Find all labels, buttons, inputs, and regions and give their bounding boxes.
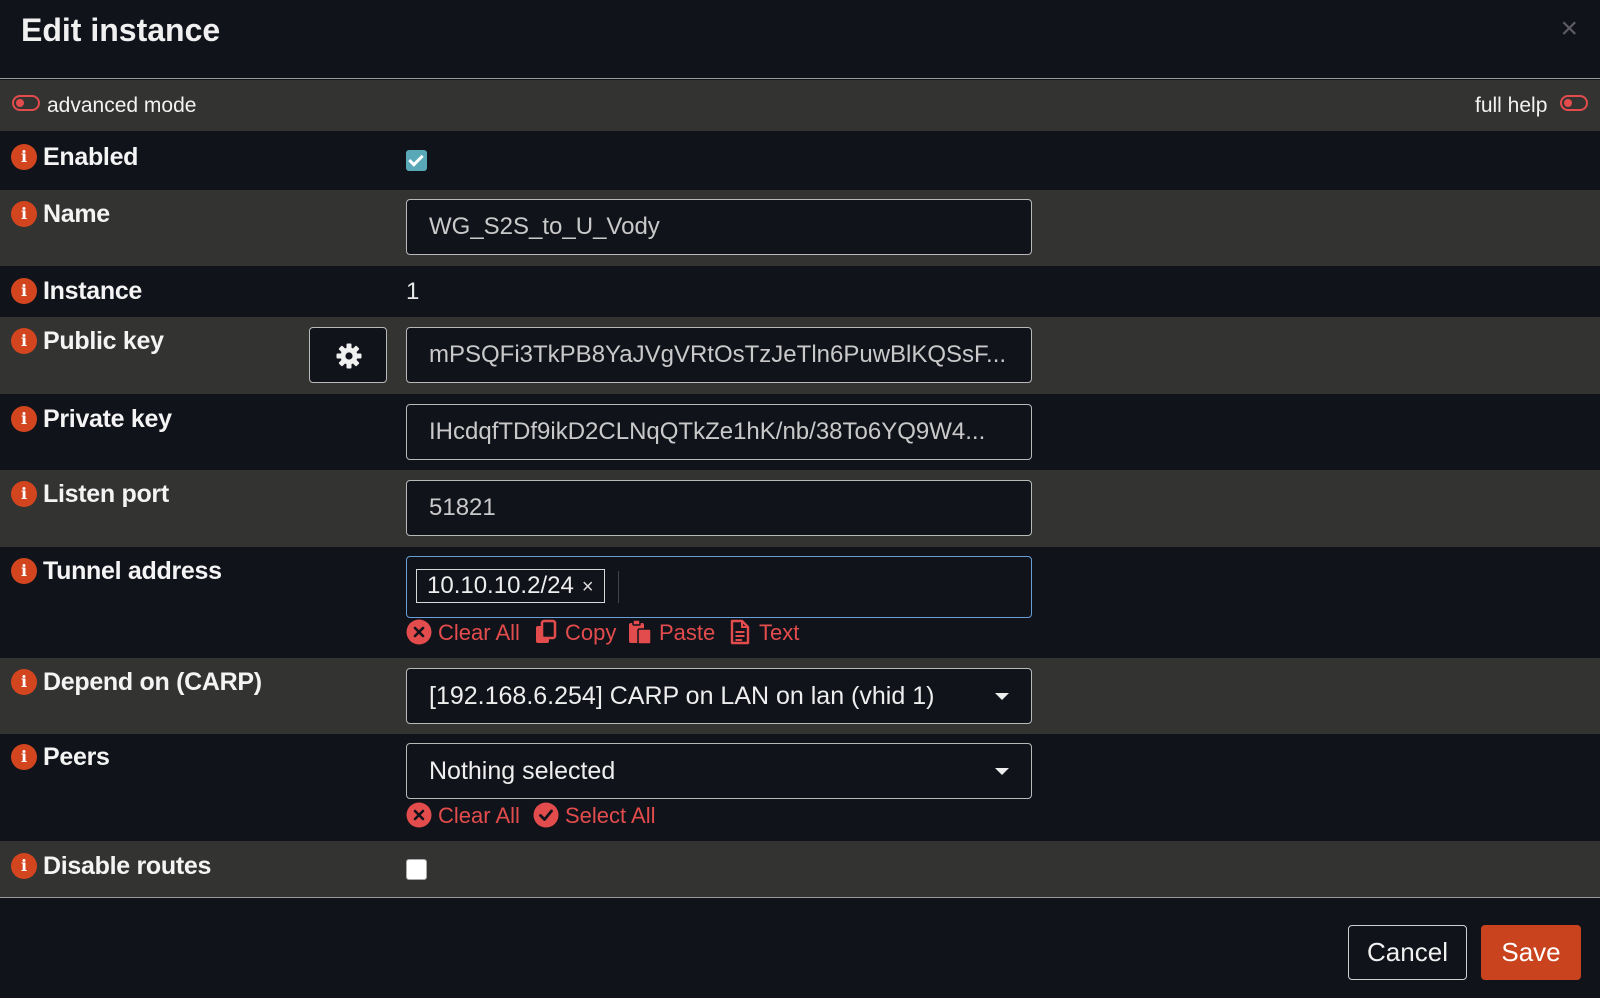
- tag-value: 10.10.10.2/24: [427, 572, 574, 599]
- tunnel-address-label: Tunnel address: [43, 557, 222, 585]
- depend-on-carp-select[interactable]: [192.168.6.254] CARP on LAN on lan (vhid…: [406, 668, 1032, 724]
- peers-label: Peers: [43, 743, 110, 771]
- row-peers: i Peers Nothing selected Clear All Selec…: [0, 734, 1600, 841]
- gear-icon: [336, 343, 362, 369]
- listen-port-label: Listen port: [43, 480, 169, 508]
- info-icon[interactable]: i: [11, 744, 37, 770]
- row-private-key: i Private key IHcdqfTDf9ikD2CLNqQTkZe1hK…: [0, 394, 1600, 470]
- footer-divider: [0, 897, 1600, 898]
- info-icon[interactable]: i: [11, 558, 37, 584]
- text-cursor: [618, 571, 619, 603]
- row-listen-port: i Listen port 51821: [0, 470, 1600, 547]
- name-input[interactable]: WG_S2S_to_U_Vody: [406, 199, 1032, 255]
- caret-down-icon: [995, 693, 1009, 700]
- public-key-label: Public key: [43, 327, 164, 355]
- advanced-mode-toggle-icon[interactable]: [12, 95, 40, 111]
- enabled-label: Enabled: [43, 143, 139, 171]
- generate-keys-button[interactable]: [309, 327, 387, 383]
- modal-title: Edit instance: [21, 12, 221, 48]
- enabled-checkbox[interactable]: [406, 150, 427, 171]
- x-circle-icon: [406, 619, 432, 645]
- info-icon[interactable]: i: [11, 406, 37, 432]
- tunnel-address-tag: 10.10.10.2/24 ×: [416, 569, 605, 603]
- instance-value: 1: [406, 278, 420, 305]
- full-help-toggle-icon[interactable]: [1560, 95, 1588, 111]
- disable-routes-label: Disable routes: [43, 852, 212, 880]
- name-label: Name: [43, 200, 110, 228]
- copy-icon: [536, 619, 557, 643]
- close-icon[interactable]: ×: [1560, 12, 1578, 46]
- public-key-input[interactable]: mPSQFi3TkPB8YaJVgVRtOsTzJeTln6PuwBlKQSsF…: [406, 327, 1032, 383]
- info-icon[interactable]: i: [11, 144, 37, 170]
- cancel-button[interactable]: Cancel: [1348, 925, 1467, 980]
- caret-down-icon: [995, 768, 1009, 775]
- listen-port-input[interactable]: 51821: [406, 480, 1032, 536]
- x-circle-icon: [406, 802, 432, 828]
- info-icon[interactable]: i: [11, 201, 37, 227]
- save-button[interactable]: Save: [1481, 925, 1581, 980]
- info-icon[interactable]: i: [11, 278, 37, 304]
- info-icon[interactable]: i: [11, 328, 37, 354]
- instance-label: Instance: [43, 277, 143, 305]
- row-instance: i Instance 1: [0, 266, 1600, 317]
- depend-on-carp-label: Depend on (CARP): [43, 668, 262, 696]
- info-icon[interactable]: i: [11, 853, 37, 879]
- full-help-label[interactable]: full help: [1475, 94, 1547, 118]
- advanced-mode-label[interactable]: advanced mode: [47, 94, 196, 118]
- row-name: i Name WG_S2S_to_U_Vody: [0, 190, 1600, 266]
- row-depend-on-carp: i Depend on (CARP) [192.168.6.254] CARP …: [0, 658, 1600, 734]
- private-key-label: Private key: [43, 405, 172, 433]
- tunnel-address-tag-input[interactable]: 10.10.10.2/24 ×: [406, 556, 1032, 618]
- disable-routes-checkbox[interactable]: [406, 859, 427, 880]
- private-key-input[interactable]: IHcdqfTDf9ikD2CLNqQTkZe1hK/nb/38To6YQ9W4…: [406, 404, 1032, 460]
- selected-value: [192.168.6.254] CARP on LAN on lan (vhid…: [429, 682, 935, 710]
- row-disable-routes: i Disable routes: [0, 841, 1600, 897]
- info-icon[interactable]: i: [11, 669, 37, 695]
- selected-value: Nothing selected: [429, 757, 616, 785]
- check-circle-icon: [533, 802, 559, 828]
- row-enabled: i Enabled: [0, 131, 1600, 190]
- file-text-icon: [730, 619, 750, 645]
- info-icon[interactable]: i: [11, 481, 37, 507]
- peers-select[interactable]: Nothing selected: [406, 743, 1032, 799]
- tag-remove-icon[interactable]: ×: [582, 576, 594, 598]
- modal-header: Edit instance ×: [0, 0, 1600, 79]
- mode-bar: advanced mode full help: [0, 80, 1600, 131]
- row-public-key: i Public key mPSQFi3TkPB8YaJVgVRtOsTzJeT…: [0, 317, 1600, 394]
- paste-icon: [629, 619, 652, 645]
- row-tunnel-address: i Tunnel address 10.10.10.2/24 × Clear Al…: [0, 547, 1600, 658]
